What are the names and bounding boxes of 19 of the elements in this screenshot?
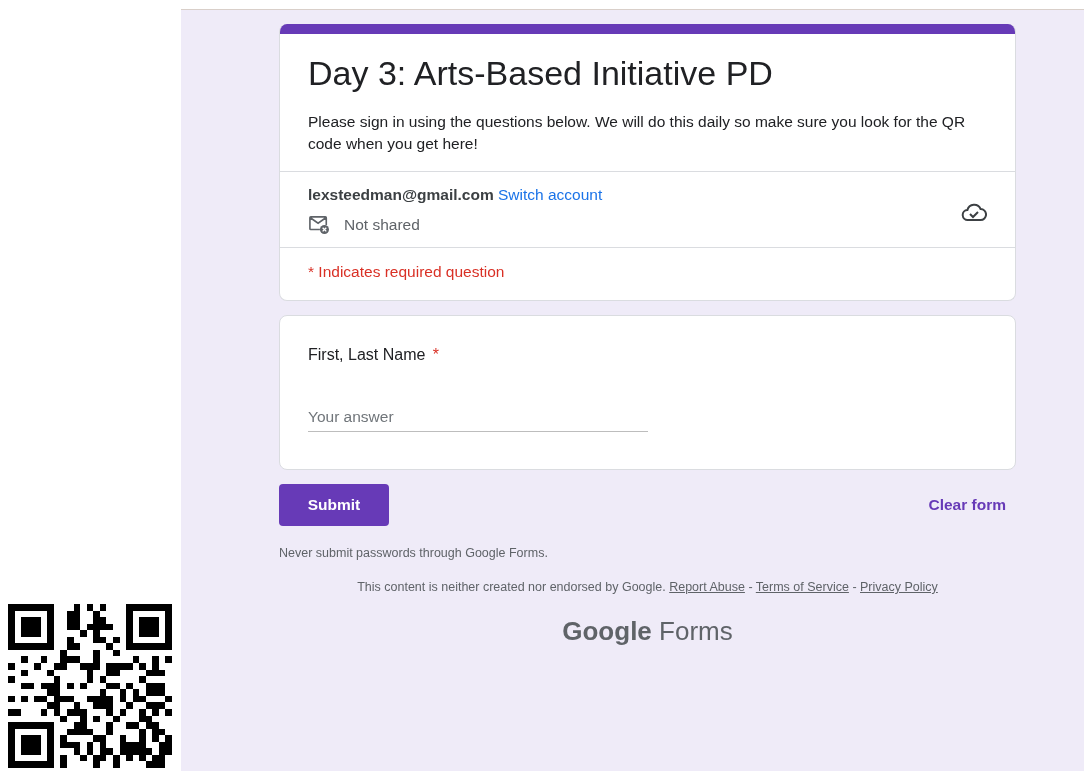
google-forms-logo: Google Forms <box>561 616 734 647</box>
account-email: lexsteedman@gmail.com <box>308 186 494 203</box>
submit-button[interactable]: Submit <box>279 484 389 526</box>
footer-link[interactable]: Privacy Policy <box>860 580 938 594</box>
mail-blocked-icon <box>308 215 330 235</box>
answer-field[interactable]: Your answer <box>308 404 648 432</box>
footer-link[interactable]: Terms of Service <box>755 580 849 594</box>
required-asterisk: * <box>432 346 440 363</box>
switch-account-link[interactable]: Switch account <box>498 186 603 203</box>
required-note: * Indicates required question <box>308 263 505 280</box>
clear-form-button[interactable]: Clear form <box>918 488 1016 522</box>
disclaimer-text: This content is neither created nor endorsed by Google. Report Abuse - Terms of Service - Privacy Policy <box>356 580 939 594</box>
form-description: Please sign in using the questions below. We will do this daily so make sure you look for the QR code when you get here! <box>308 112 967 154</box>
sharing-status: Not shared <box>344 216 420 234</box>
cloud-check-icon <box>961 202 987 222</box>
footer-link[interactable]: Report Abuse <box>669 580 745 594</box>
question-label: First, Last Name <box>308 346 426 363</box>
password-warning: Never submit passwords through Google Forms. <box>279 546 549 560</box>
form-title: Day 3: Arts-Based Initiative PD <box>308 53 774 93</box>
